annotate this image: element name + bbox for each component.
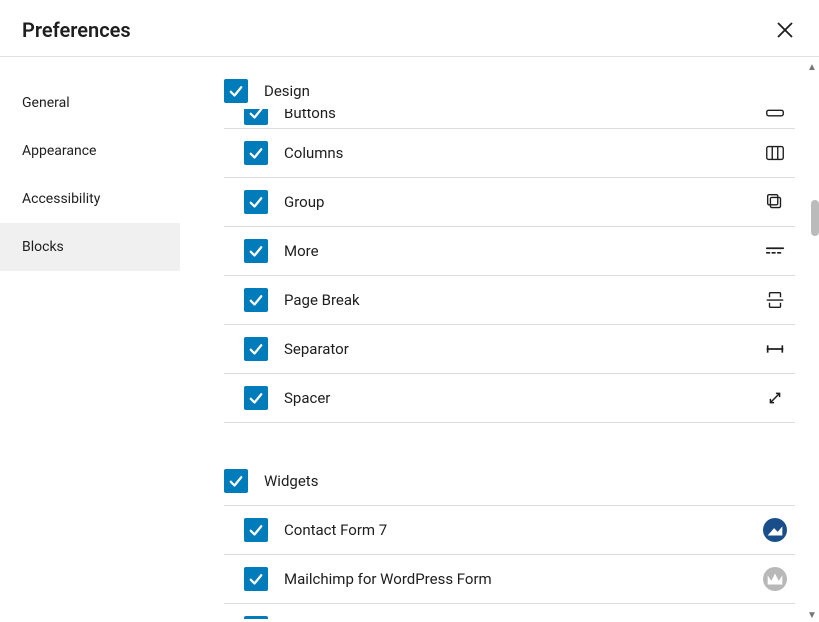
- sidebar-item-accessibility[interactable]: Accessibility: [0, 175, 180, 223]
- sidebar-item-blocks[interactable]: Blocks: [0, 223, 180, 271]
- category-widgets-header: Widgets: [224, 457, 795, 505]
- category-widgets-checkbox[interactable]: [224, 469, 248, 493]
- scroll-up-button[interactable]: ▲: [805, 60, 819, 74]
- check-icon: [247, 389, 265, 407]
- scrollbar: ▲ ▼: [805, 60, 819, 622]
- block-row-spacer: Spacer: [224, 374, 795, 423]
- block-row-group: Group: [224, 178, 795, 227]
- block-spacer-label: Spacer: [284, 389, 747, 407]
- modal-title: Preferences: [22, 18, 131, 42]
- check-icon: [247, 291, 265, 309]
- block-wpforms-checkbox[interactable]: [244, 616, 268, 619]
- check-icon: [247, 570, 265, 588]
- blocks-panel: Design Buttons Columns: [180, 57, 819, 619]
- mailchimp-icon: [763, 567, 787, 591]
- block-row-wpforms: WPForms: [224, 604, 795, 619]
- category-design-label: Design: [264, 82, 310, 100]
- check-icon: [247, 144, 265, 162]
- page-break-icon: [763, 288, 787, 312]
- more-icon: [763, 239, 787, 263]
- block-buttons-label: Buttons: [284, 109, 747, 122]
- check-icon: [247, 340, 265, 358]
- block-page-break-label: Page Break: [284, 291, 747, 309]
- check-icon: [247, 109, 265, 122]
- spacer-icon: [763, 386, 787, 410]
- check-icon: [227, 472, 245, 490]
- block-row-buttons: Buttons: [224, 109, 795, 129]
- category-widgets-label: Widgets: [264, 472, 318, 490]
- category-design-checkbox[interactable]: [224, 79, 248, 103]
- block-separator-label: Separator: [284, 340, 747, 358]
- block-cf7-label: Contact Form 7: [284, 521, 747, 539]
- buttons-icon: [763, 109, 787, 125]
- check-icon: [227, 82, 245, 100]
- close-button[interactable]: [773, 18, 797, 42]
- block-row-contact-form-7: Contact Form 7: [224, 505, 795, 555]
- block-buttons-checkbox[interactable]: [244, 109, 268, 125]
- block-columns-label: Columns: [284, 144, 747, 162]
- block-group-label: Group: [284, 193, 747, 211]
- check-icon: [247, 521, 265, 539]
- category-design-header: Design: [224, 67, 795, 115]
- block-mailchimp-checkbox[interactable]: [244, 567, 268, 591]
- block-row-columns: Columns: [224, 129, 795, 178]
- sidebar: General Appearance Accessibility Blocks: [0, 57, 180, 619]
- block-more-checkbox[interactable]: [244, 239, 268, 263]
- group-icon: [763, 190, 787, 214]
- cf7-icon: [763, 518, 787, 542]
- block-mailchimp-label: Mailchimp for WordPress Form: [284, 570, 747, 588]
- check-icon: [247, 193, 265, 211]
- sidebar-item-general[interactable]: General: [0, 79, 180, 127]
- sidebar-item-appearance[interactable]: Appearance: [0, 127, 180, 175]
- modal-header: Preferences: [0, 0, 819, 57]
- block-row-more: More: [224, 227, 795, 276]
- block-row-separator: Separator: [224, 325, 795, 374]
- check-icon: [247, 242, 265, 260]
- wpforms-icon: [763, 616, 787, 619]
- block-columns-checkbox[interactable]: [244, 141, 268, 165]
- scroll-down-button[interactable]: ▼: [805, 608, 819, 622]
- block-row-page-break: Page Break: [224, 276, 795, 325]
- block-spacer-checkbox[interactable]: [244, 386, 268, 410]
- close-icon: [773, 18, 797, 42]
- block-cf7-checkbox[interactable]: [244, 518, 268, 542]
- separator-icon: [763, 337, 787, 361]
- block-separator-checkbox[interactable]: [244, 337, 268, 361]
- block-page-break-checkbox[interactable]: [244, 288, 268, 312]
- block-row-mailchimp: Mailchimp for WordPress Form: [224, 555, 795, 604]
- block-group-checkbox[interactable]: [244, 190, 268, 214]
- columns-icon: [763, 141, 787, 165]
- scrollbar-thumb[interactable]: [811, 200, 819, 236]
- block-more-label: More: [284, 242, 747, 260]
